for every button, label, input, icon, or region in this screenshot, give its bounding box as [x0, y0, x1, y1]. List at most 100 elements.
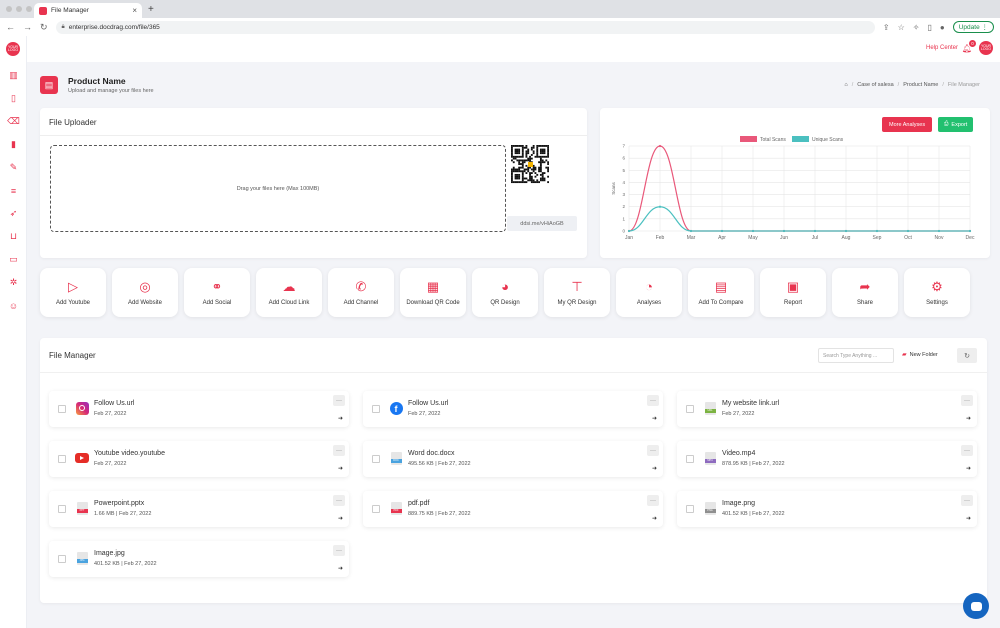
bar-chart-icon[interactable]: ▥ — [0, 64, 27, 87]
brush-icon[interactable]: ✎ — [0, 156, 27, 179]
more-options-button[interactable]: ··· — [333, 445, 345, 456]
new-folder-button[interactable]: ▰ New Folder — [902, 351, 938, 359]
file-checkbox[interactable] — [686, 505, 694, 513]
more-options-button[interactable]: ··· — [647, 395, 659, 406]
chat-widget-button[interactable] — [963, 593, 989, 619]
file-manager-title: File Manager — [49, 351, 96, 360]
file-checkbox[interactable] — [372, 405, 380, 413]
file-checkbox[interactable] — [58, 405, 66, 413]
address-bar[interactable]: 🔒︎ enterprise.docdrag.com/file/365 — [55, 20, 875, 34]
more-options-button[interactable]: ··· — [961, 445, 973, 456]
stats-icon[interactable]: ▮ — [0, 133, 27, 156]
file-checkbox[interactable] — [686, 405, 694, 413]
action-my-qr-design-button[interactable]: ⊤ My QR Design — [544, 268, 610, 317]
sidebar-toggle-icon[interactable]: ▯ — [927, 23, 931, 32]
more-options-button[interactable]: ··· — [647, 495, 659, 506]
file-card[interactable]: f Follow Us.url Feb 27, 2022 ··· ➜ — [363, 391, 663, 427]
action-add-social-button[interactable]: ⚭ Add Social — [184, 268, 250, 317]
list-icon[interactable]: ≡ — [0, 179, 27, 202]
file-checkbox[interactable] — [58, 555, 66, 563]
avatar[interactable]: YOUR LOGO — [979, 41, 993, 55]
file-card[interactable]: DOC Word doc.docx 495.56 KB | Feb 27, 2022… — [363, 441, 663, 477]
short-link[interactable]: ddsi.me/vHiAoGB — [507, 216, 577, 231]
action-report-button[interactable]: ▣ Report — [760, 268, 826, 317]
action-bar: ▷ Add Youtube ◎ Add Website ⚭ Add Social ☁ Add … — [40, 268, 970, 317]
refresh-button[interactable]: ↻ — [957, 348, 977, 363]
more-options-button[interactable]: ··· — [961, 395, 973, 406]
extensions-icon[interactable]: ✧ — [913, 23, 920, 32]
action-download-qr-code-button[interactable]: ▦ Download QR Code — [400, 268, 466, 317]
file-card[interactable]: JPG Image.jpg 401.52 KB | Feb 27, 2022 ··· ➜ — [49, 541, 349, 577]
help-center-link[interactable]: Help Center — [926, 45, 958, 51]
file-card[interactable]: MP4 Video.mp4 878.95 KB | Feb 27, 2022 ··· ➜ — [677, 441, 977, 477]
browser-tab[interactable]: File Manager × — [34, 3, 142, 18]
logo[interactable]: YOUR LOGO — [6, 42, 20, 56]
back-icon[interactable]: ← — [6, 22, 15, 32]
open-arrow-icon[interactable]: ➜ — [966, 515, 971, 522]
file-checkbox[interactable] — [372, 505, 380, 513]
more-options-button[interactable]: ··· — [333, 545, 345, 556]
file-card[interactable]: URL My website link.url Feb 27, 2022 ··· ➜ — [677, 391, 977, 427]
new-tab-icon[interactable]: + — [148, 4, 154, 15]
gear-icon: ⚙ — [931, 278, 943, 294]
card-icon[interactable]: ▭ — [0, 248, 27, 271]
facebook-icon: f — [389, 401, 403, 415]
action-qr-design-button[interactable]: ◕ QR Design — [472, 268, 538, 317]
more-analyses-button[interactable]: More Analyses — [882, 117, 933, 132]
open-arrow-icon[interactable]: ➜ — [338, 415, 343, 422]
file-dropzone[interactable]: Drag your files here (Max 100MB) — [50, 145, 506, 232]
file-checkbox[interactable] — [58, 455, 66, 463]
file-checkbox[interactable] — [686, 455, 694, 463]
open-arrow-icon[interactable]: ➜ — [338, 565, 343, 572]
file-card[interactable]: Follow Us.url Feb 27, 2022 ··· ➜ — [49, 391, 349, 427]
action-add-channel-button[interactable]: ✆ Add Channel — [328, 268, 394, 317]
action-add-youtube-button[interactable]: ▷ Add Youtube — [40, 268, 106, 317]
action-add-website-button[interactable]: ◎ Add Website — [112, 268, 178, 317]
more-options-button[interactable]: ··· — [961, 495, 973, 506]
close-tab-icon[interactable]: × — [132, 6, 137, 15]
open-arrow-icon[interactable]: ➜ — [652, 465, 657, 472]
file-checkbox[interactable] — [58, 505, 66, 513]
open-arrow-icon[interactable]: ➜ — [966, 415, 971, 422]
rocket-icon[interactable]: ➶ — [0, 202, 27, 225]
file-checkbox[interactable] — [372, 455, 380, 463]
share-page-icon[interactable]: ⇪ — [883, 23, 890, 32]
home-icon[interactable]: ⌂ — [844, 82, 847, 88]
action-add-to-compare-button[interactable]: ▤ Add To Compare — [688, 268, 754, 317]
bookmark-star-icon[interactable]: ☆ — [898, 23, 905, 32]
forward-icon[interactable]: → — [23, 22, 32, 32]
more-options-button[interactable]: ··· — [333, 395, 345, 406]
profile-icon[interactable]: ● — [940, 23, 945, 32]
breadcrumb-item[interactable]: Case of salesa — [857, 82, 893, 88]
cloud-icon: ☁ — [282, 278, 296, 294]
settings-icon[interactable]: ✲ — [0, 271, 27, 294]
document-icon[interactable]: ▯ — [0, 87, 27, 110]
cart-icon[interactable]: ⊔ — [0, 225, 27, 248]
open-arrow-icon[interactable]: ➜ — [652, 415, 657, 422]
update-button[interactable]: Update ⋮ — [952, 21, 994, 33]
file-meta: Feb 27, 2022 — [408, 411, 441, 417]
file-card[interactable]: PNG Image.png 401.52 KB | Feb 27, 2022 ··· ➜ — [677, 491, 977, 527]
search-input[interactable]: Search Type Anything ... — [818, 348, 894, 363]
pie-chart-icon: ◔ — [645, 278, 653, 294]
user-icon[interactable]: ☺ — [0, 294, 27, 317]
breadcrumb-item[interactable]: Product Name — [903, 82, 938, 88]
window-controls[interactable] — [6, 6, 32, 12]
action-analyses-button[interactable]: ◔ Analyses — [616, 268, 682, 317]
open-arrow-icon[interactable]: ➜ — [652, 515, 657, 522]
open-arrow-icon[interactable]: ➜ — [338, 515, 343, 522]
reload-icon[interactable]: ↻ — [40, 22, 48, 33]
file-card[interactable]: Youtube video.youtube Feb 27, 2022 ··· ➜ — [49, 441, 349, 477]
trash-icon[interactable]: ⌫ — [0, 110, 27, 133]
more-options-button[interactable]: ··· — [647, 445, 659, 456]
action-add-cloud-link-button[interactable]: ☁ Add Cloud Link — [256, 268, 322, 317]
file-card[interactable]: PDF pdf.pdf 889.75 KB | Feb 27, 2022 ··· ➜ — [363, 491, 663, 527]
action-settings-button[interactable]: ⚙ Settings — [904, 268, 970, 317]
notification-bell-icon[interactable]: 🔔︎ 0 — [962, 40, 976, 53]
open-arrow-icon[interactable]: ➜ — [338, 465, 343, 472]
open-arrow-icon[interactable]: ➜ — [966, 465, 971, 472]
export-button[interactable]: ⎙ Export — [938, 117, 974, 132]
more-options-button[interactable]: ··· — [333, 495, 345, 506]
action-share-button[interactable]: ➦ Share — [832, 268, 898, 317]
file-card[interactable]: PPT Powerpoint.pptx 1.66 MB | Feb 27, 2022… — [49, 491, 349, 527]
